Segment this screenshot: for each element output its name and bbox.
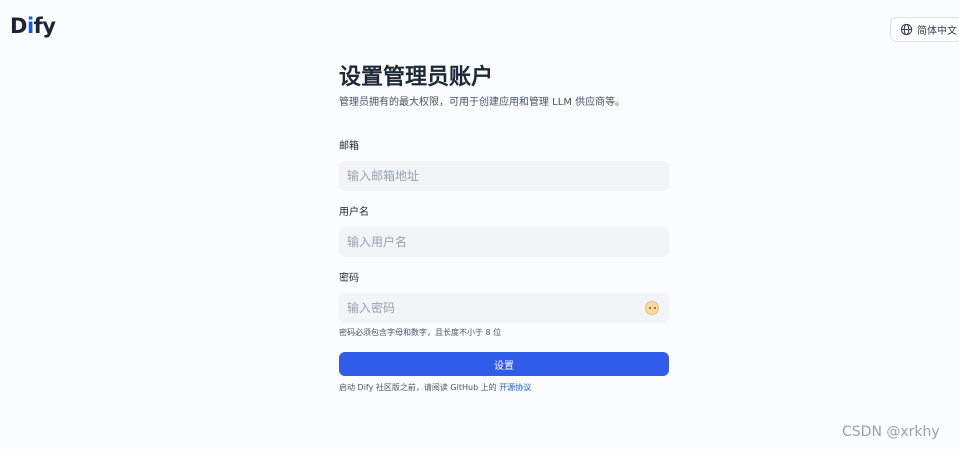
agreement-prefix: 启动 Dify 社区版之前，请阅读 GitHub 上的 <box>339 383 500 392</box>
setup-button[interactable]: 设置 <box>339 352 669 376</box>
username-field[interactable] <box>339 227 669 257</box>
logo-text-i: i <box>26 14 34 38</box>
username-label: 用户名 <box>339 207 369 218</box>
password-hint: 密码必须包含字母和数字，且长度不小于 8 位 <box>339 328 502 337</box>
dify-logo: Di fy <box>10 14 56 38</box>
logo-text-fy: fy <box>33 14 56 38</box>
admin-setup-form: 设置管理员账户 管理员拥有的最大权限，可用于创建应用和管理 LLM 供应商等。 … <box>339 64 669 393</box>
watermark: CSDN @xrkhy <box>842 424 940 440</box>
email-field[interactable] <box>339 161 669 191</box>
page-title: 设置管理员账户 <box>339 65 494 90</box>
globe-icon <box>900 23 913 36</box>
page-subtitle: 管理员拥有的最大权限，可用于创建应用和管理 LLM 供应商等。 <box>339 97 626 108</box>
license-link[interactable]: 开源协议 <box>499 383 531 392</box>
language-label: 简体中文 <box>917 26 957 37</box>
password-field[interactable] <box>339 293 669 323</box>
password-label: 密码 <box>339 273 359 284</box>
agreement-text: 启动 Dify 社区版之前，请阅读 GitHub 上的 开源协议 <box>339 382 669 393</box>
logo-text-d: D <box>10 14 27 38</box>
eye-toggle-icon[interactable] <box>645 301 659 315</box>
email-label: 邮箱 <box>339 141 359 152</box>
install-page: Di fy 简体中文 设置管理员账户 管理员拥有的最大权限，可用于创建应用和管理 … <box>0 0 959 449</box>
language-selector[interactable]: 简体中文 <box>890 17 959 42</box>
